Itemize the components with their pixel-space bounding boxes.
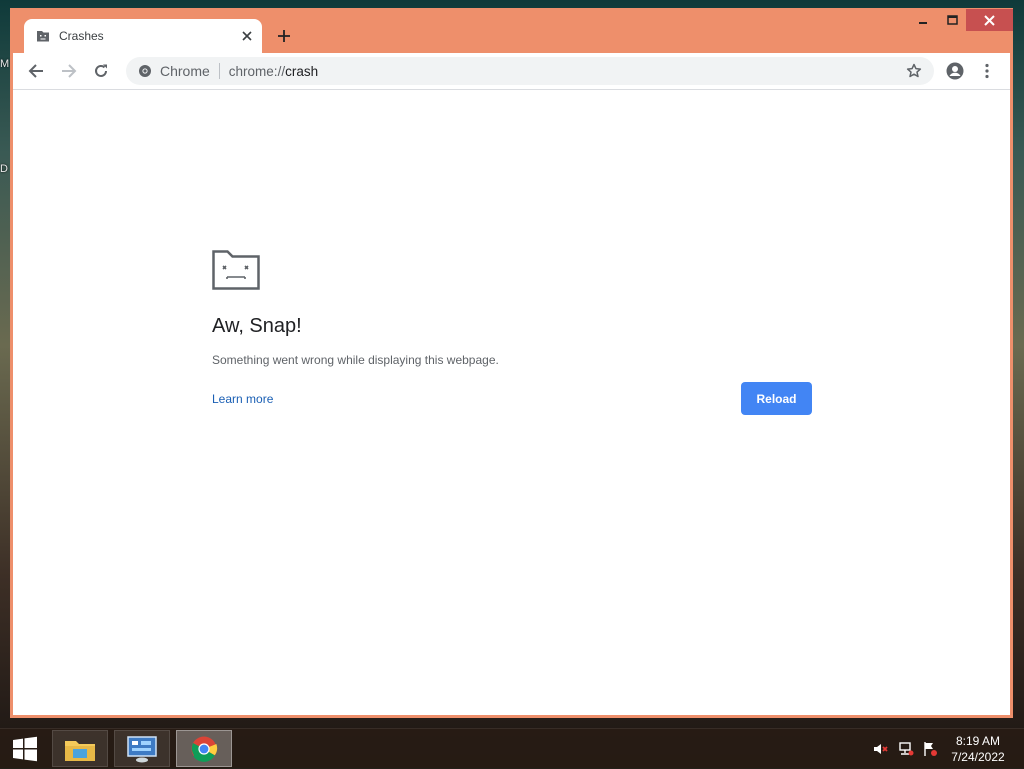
sad-tab-icon: [212, 250, 260, 295]
forward-button[interactable]: [57, 59, 81, 83]
maximize-button[interactable]: [938, 9, 966, 31]
tab-title: Crashes: [59, 29, 104, 43]
control-panel-icon[interactable]: [114, 730, 170, 767]
browser-window: Crashes Chrome chrome://crash Aw, Snap! …: [10, 8, 1013, 718]
page-content: Aw, Snap! Something went wrong while dis…: [13, 90, 1010, 715]
file-explorer-icon[interactable]: [52, 730, 108, 767]
chrome-page-icon: [138, 64, 152, 78]
title-bar: Crashes: [10, 8, 1013, 53]
minimize-button[interactable]: [908, 9, 938, 31]
reload-icon[interactable]: [89, 59, 113, 83]
site-chip: Chrome: [160, 63, 210, 79]
network-icon[interactable]: [898, 741, 914, 757]
url-scheme: chrome://: [228, 63, 286, 79]
reload-button[interactable]: Reload: [741, 382, 812, 415]
close-icon[interactable]: [235, 24, 259, 48]
action-center-flag-icon[interactable]: [922, 741, 938, 757]
back-button[interactable]: [24, 59, 48, 83]
sad-folder-icon: [36, 29, 50, 43]
address-bar[interactable]: Chrome chrome://crash: [126, 57, 934, 85]
profile-avatar-icon[interactable]: [943, 59, 967, 83]
bookmark-star-icon[interactable]: [902, 59, 926, 83]
volume-muted-icon[interactable]: [873, 741, 889, 757]
windows-start-icon[interactable]: [0, 729, 50, 769]
close-window-button[interactable]: [966, 9, 1013, 31]
browser-toolbar: Chrome chrome://crash: [13, 53, 1010, 90]
desktop-icon-label: D: [0, 163, 8, 175]
new-tab-button[interactable]: [272, 24, 296, 48]
desktop-icon-label: M: [0, 58, 10, 70]
url-text: chrome://crash: [229, 64, 318, 79]
omnibox-divider: [218, 63, 220, 79]
tab-crashes[interactable]: Crashes: [24, 19, 262, 53]
error-message: Something went wrong while displaying th…: [212, 353, 499, 367]
menu-kebab-icon[interactable]: [975, 59, 999, 83]
learn-more-link[interactable]: Learn more: [212, 392, 273, 406]
error-title: Aw, Snap!: [212, 315, 302, 337]
url-host: crash: [285, 63, 319, 79]
chrome-taskbar-icon[interactable]: [176, 730, 232, 767]
clock-date: 7/24/2022: [951, 750, 1005, 764]
system-clock[interactable]: 8:19 AM 7/24/2022: [946, 733, 1010, 765]
clock-time: 8:19 AM: [955, 734, 1001, 748]
taskbar: 8:19 AM 7/24/2022: [0, 728, 1024, 769]
